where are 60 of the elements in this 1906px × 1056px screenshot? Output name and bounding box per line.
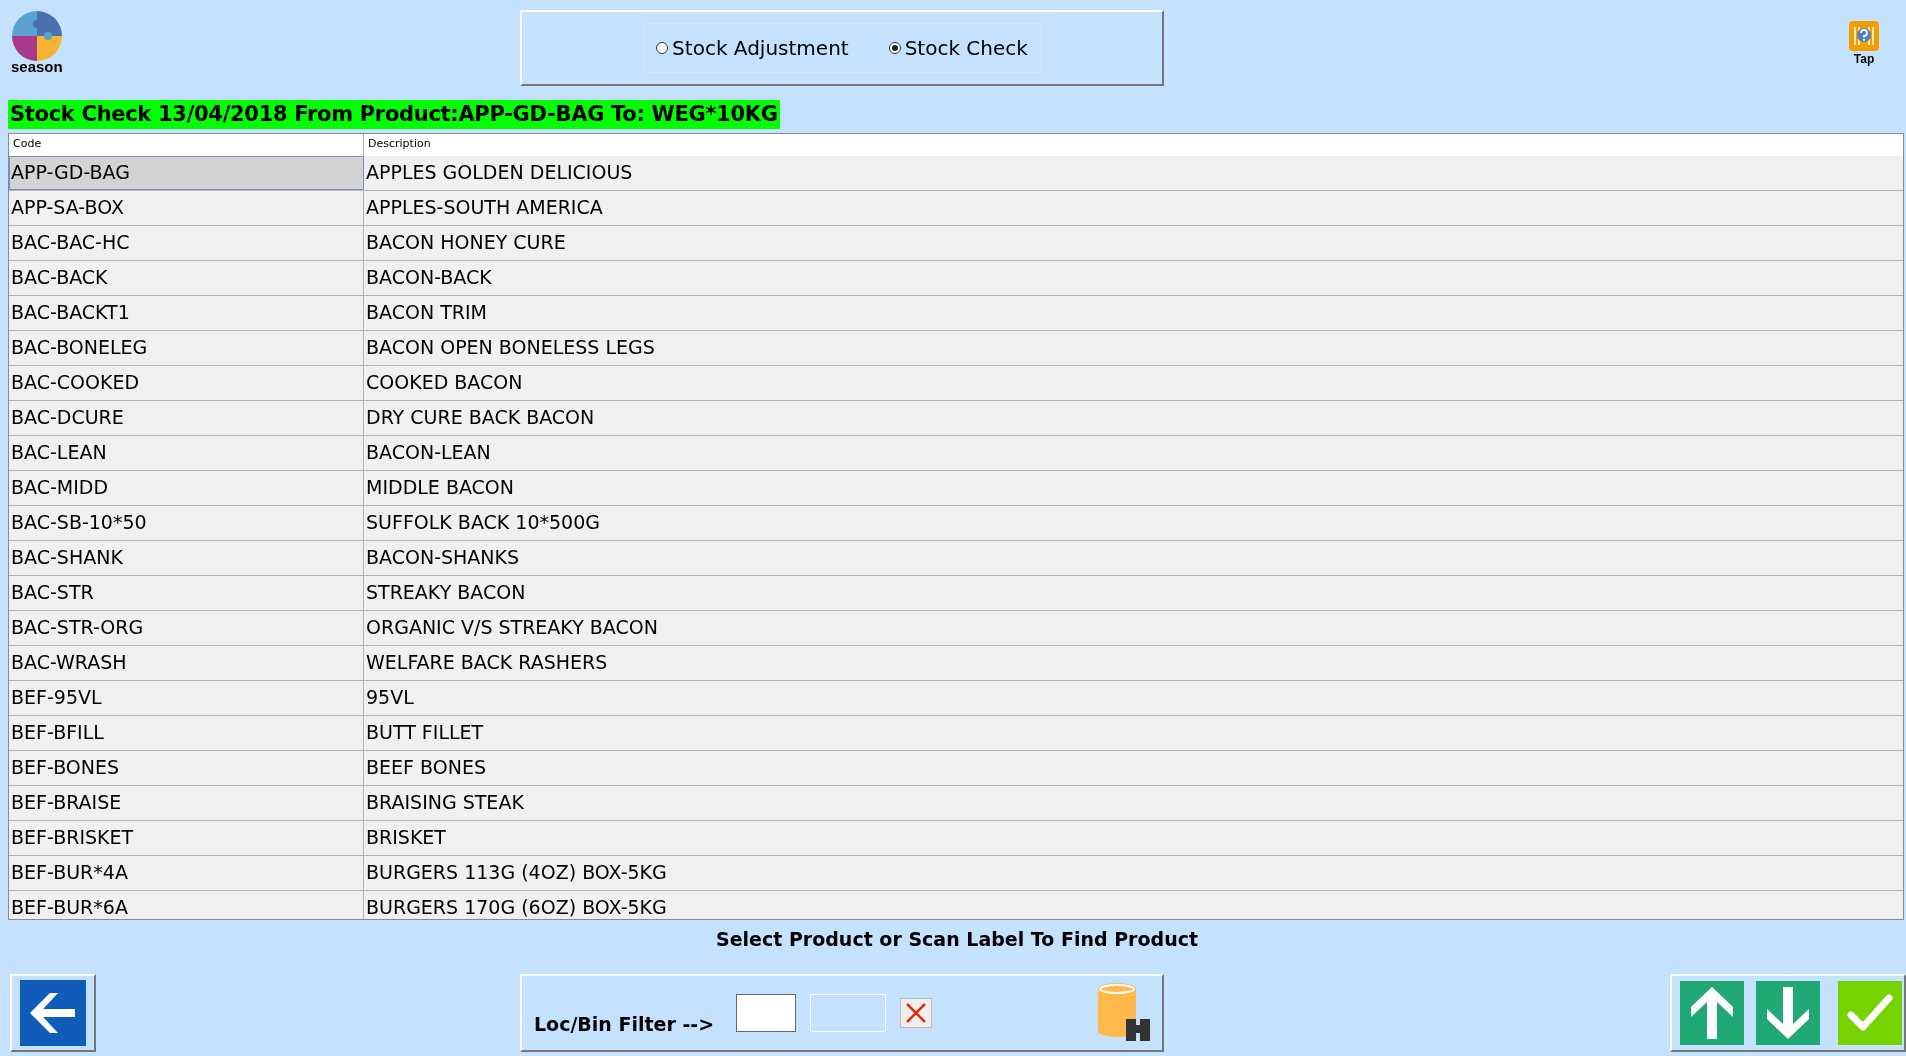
filter-label: Loc/Bin Filter --> [534, 1013, 715, 1035]
logo-text: season [10, 58, 63, 75]
code-cell[interactable]: BAC-COOKED [9, 366, 364, 400]
code-cell[interactable]: BAC-LEAN [9, 436, 364, 470]
code-cell[interactable]: BEF-BRAISE [9, 786, 364, 820]
column-header: Description [367, 136, 432, 152]
description-cell[interactable]: BACON HONEY CURE [364, 226, 1903, 260]
code-cell[interactable]: BAC-DCURE [9, 401, 364, 435]
down-arrow-button[interactable] [1756, 981, 1820, 1045]
code-cell[interactable]: BEF-BFILL [9, 716, 364, 750]
help-icon [1848, 20, 1880, 52]
description-cell[interactable]: WELFARE BACK RASHERS [364, 646, 1903, 680]
description-cell[interactable]: 95VL [364, 681, 1903, 715]
code-cell[interactable]: BAC-SB-10*50 [9, 506, 364, 540]
description-cell[interactable]: STREAKY BACON [364, 576, 1903, 610]
description-cell[interactable]: BRAISING STEAK [364, 786, 1903, 820]
code-cell[interactable]: BAC-BACK [9, 261, 364, 295]
back-button[interactable] [10, 974, 96, 1052]
mode-radio[interactable]: Stock Adjustment [656, 36, 849, 60]
description-cell[interactable]: BEEF BONES [364, 751, 1903, 785]
code-cell[interactable]: BAC-STR [9, 576, 364, 610]
description-cell[interactable]: BUTT FILLET [364, 716, 1903, 750]
code-cell[interactable]: BEF-BRISKET [9, 821, 364, 855]
code-cell[interactable]: BEF-BONES [9, 751, 364, 785]
code-cell[interactable]: BAC-WRASH [9, 646, 364, 680]
code-cell[interactable]: BEF-95VL [9, 681, 364, 715]
code-cell[interactable]: APP-GD-BAG [9, 156, 364, 190]
code-cell[interactable]: BEF-BUR*6A [9, 891, 364, 919]
code-cell[interactable]: BAC-BAC-HC [9, 226, 364, 260]
description-cell[interactable]: APPLES GOLDEN DELICIOUS [364, 156, 1903, 190]
status-text: Select Product or Scan Label To Find Product [715, 928, 1199, 950]
help-button[interactable]: Tap [1848, 20, 1880, 96]
code-cell[interactable]: APP-SA-BOX [9, 191, 364, 225]
up-arrow-button[interactable] [1680, 981, 1744, 1045]
description-cell[interactable]: BACON OPEN BONELESS LEGS [364, 331, 1903, 365]
stock-check-title: Stock Check 13/04/2018 From Product:APP-GD-BAG To: WEG*10KG [8, 100, 780, 129]
code-cell[interactable]: BAC-SHANK [9, 541, 364, 575]
code-cell[interactable]: BAC-BACKT1 [9, 296, 364, 330]
description-cell[interactable]: BACON TRIM [364, 296, 1903, 330]
description-cell[interactable]: MIDDLE BACON [364, 471, 1903, 505]
description-cell[interactable]: DRY CURE BACK BACON [364, 401, 1903, 435]
mode-radio[interactable]: Stock Check [888, 36, 1028, 60]
bin-input-field[interactable] [810, 994, 887, 1032]
description-cell[interactable]: BURGERS 113G (4OZ) BOX-5KG [364, 856, 1903, 890]
description-cell[interactable]: APPLES-SOUTH AMERICA [364, 191, 1903, 225]
location-input-field[interactable] [736, 994, 797, 1032]
description-cell[interactable]: BURGERS 170G (6OZ) BOX-5KG [364, 891, 1903, 919]
code-cell[interactable]: BAC-MIDD [9, 471, 364, 505]
description-cell[interactable]: BACON-BACK [364, 261, 1903, 295]
code-cell[interactable]: BAC-BONELEG [9, 331, 364, 365]
code-cell[interactable]: BEF-BUR*4A [9, 856, 364, 890]
code-cell[interactable]: BAC-STR-ORG [9, 611, 364, 645]
logo-icon [10, 10, 64, 62]
clear-button[interactable] [900, 998, 933, 1028]
description-cell[interactable]: BACON-LEAN [364, 436, 1903, 470]
description-cell[interactable]: ORGANIC V/S STREAKY BACON [364, 611, 1903, 645]
description-cell[interactable]: BRISKET [364, 821, 1903, 855]
description-cell[interactable]: BACON-SHANKS [364, 541, 1903, 575]
description-cell[interactable]: COOKED BACON [364, 366, 1903, 400]
description-cell[interactable]: SUFFOLK BACK 10*500G [364, 506, 1903, 540]
